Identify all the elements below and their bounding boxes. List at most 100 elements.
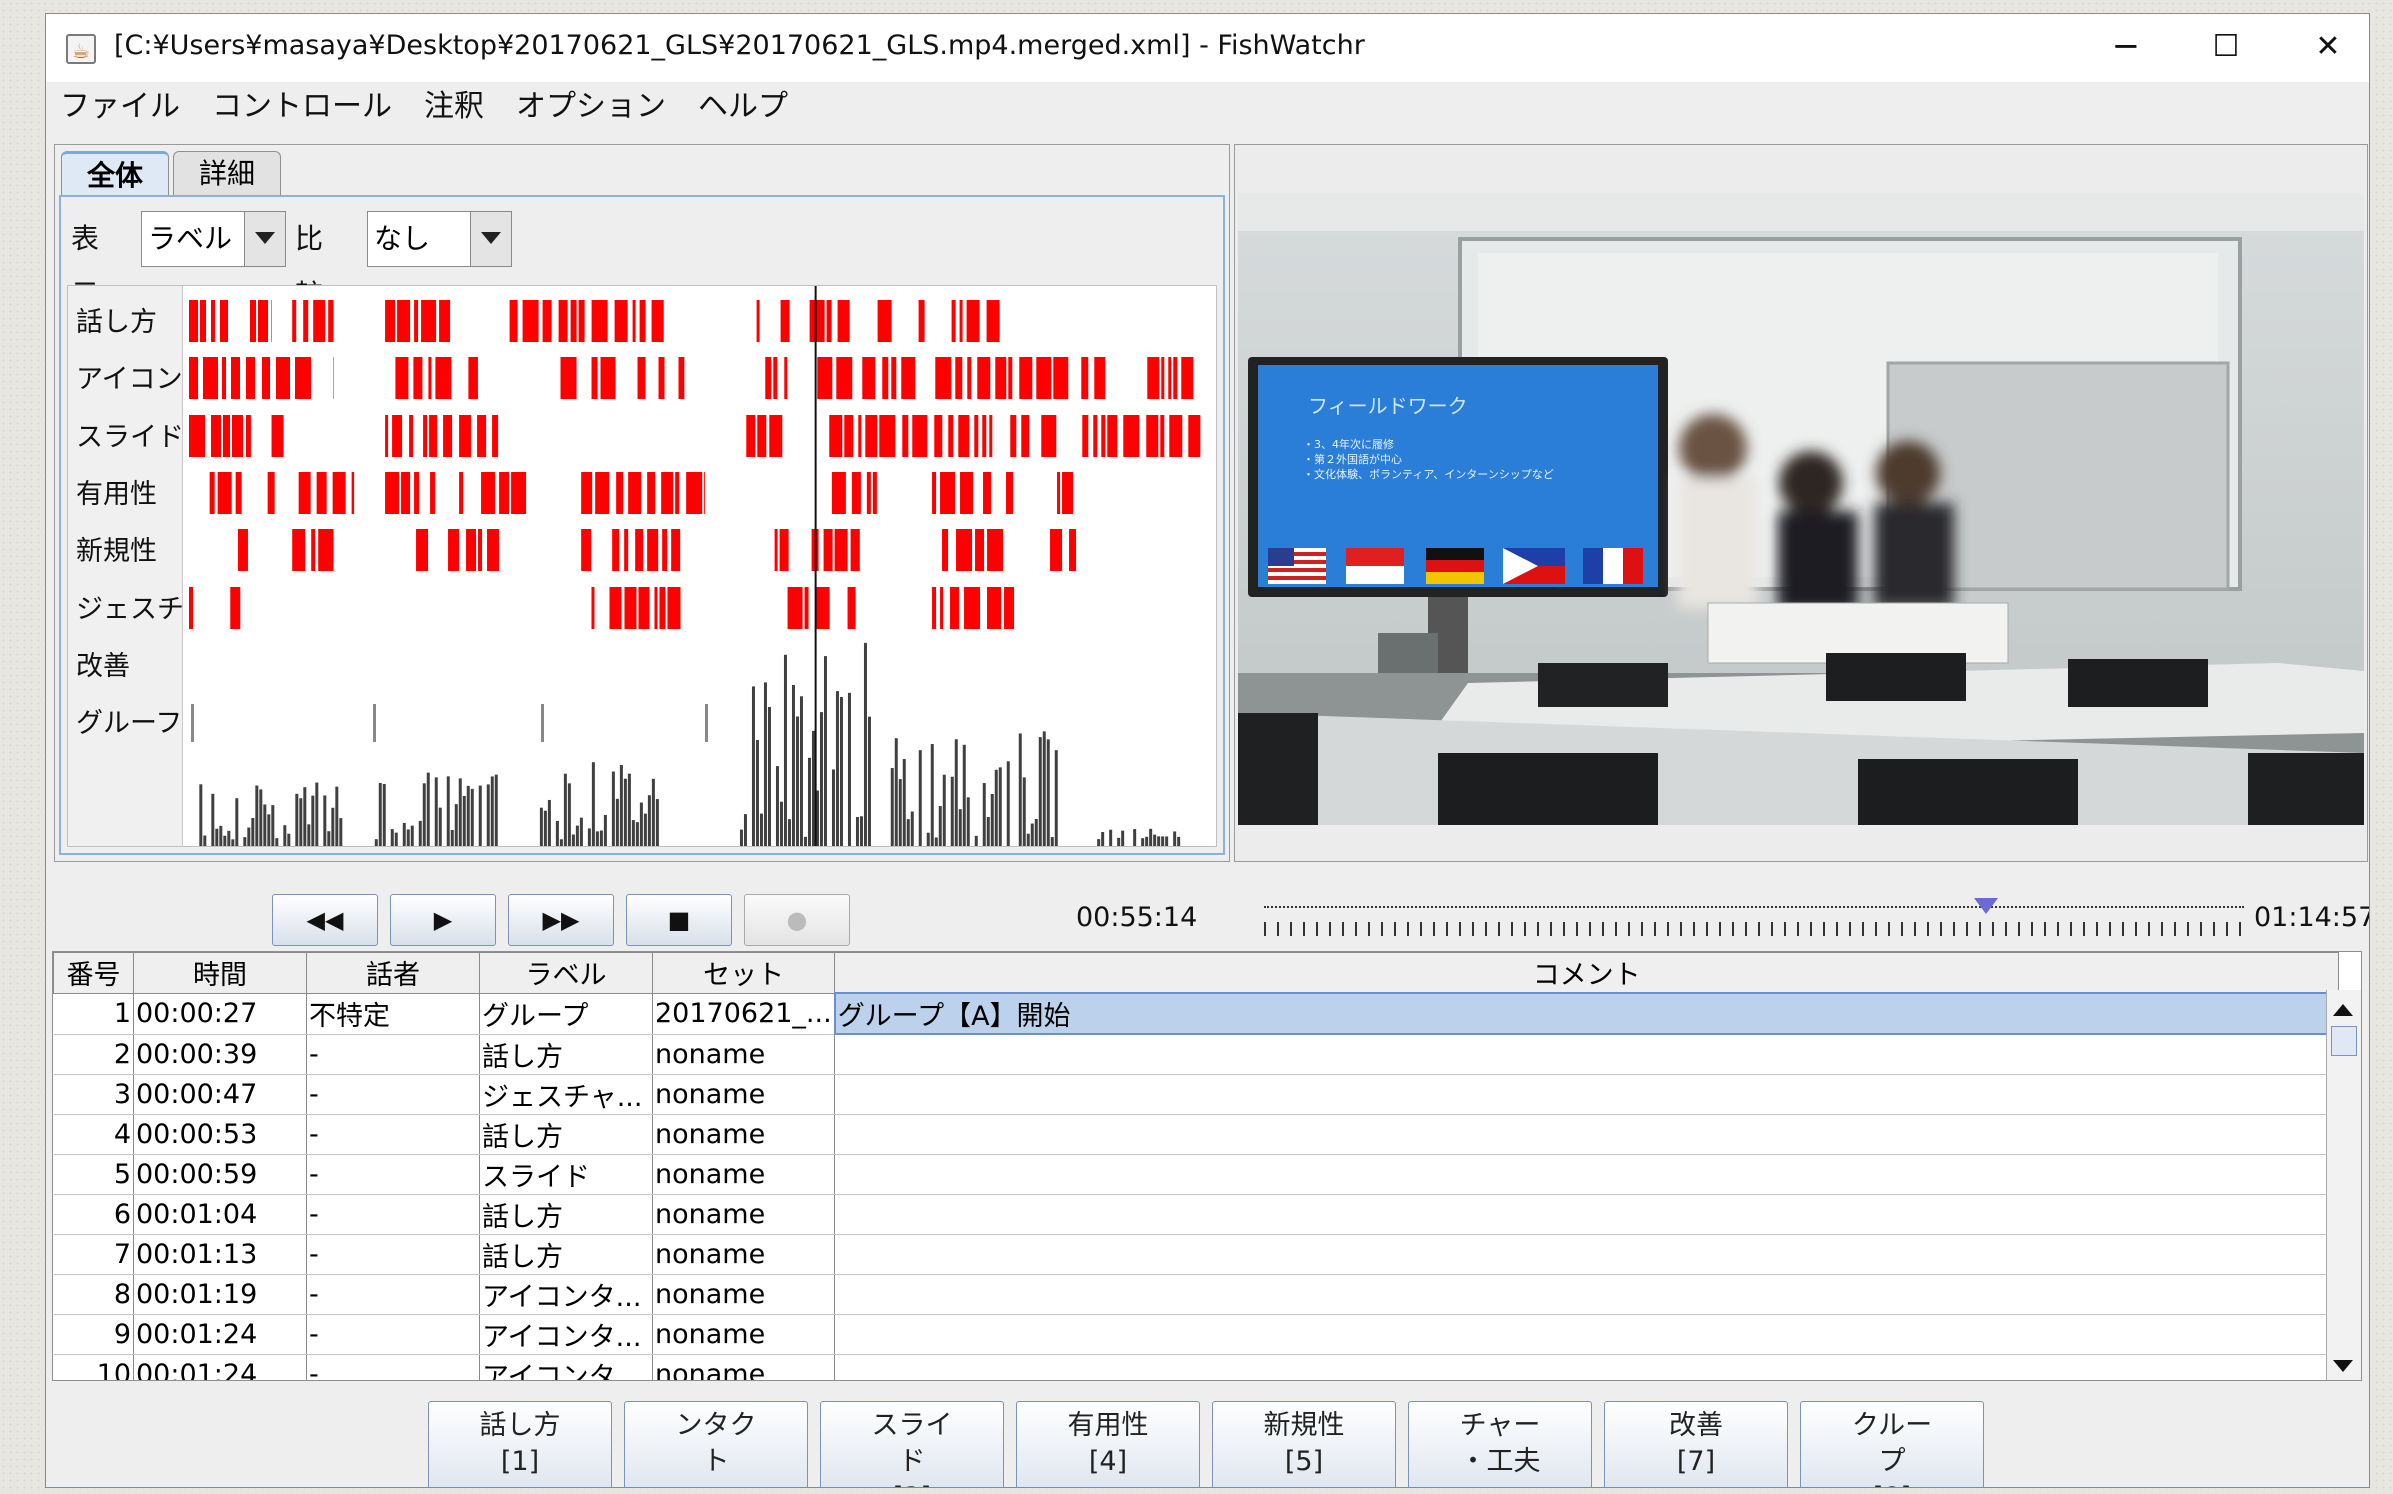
cell-comment[interactable] xyxy=(834,1114,2340,1155)
timeline-bar[interactable] xyxy=(955,357,963,399)
cell-speaker[interactable]: - xyxy=(306,1194,480,1235)
cell-label[interactable]: 話し方 xyxy=(479,1114,653,1155)
label-button-usefulness[interactable]: 有用性 [4] xyxy=(1016,1401,1200,1487)
timeline-bar[interactable] xyxy=(877,300,892,342)
timeline-bar[interactable] xyxy=(328,300,334,342)
timeline-bar[interactable] xyxy=(231,357,240,399)
table-row[interactable]: 4 00:00:53- 話し方 noname xyxy=(53,1114,2340,1155)
timeline-bar[interactable] xyxy=(872,472,877,514)
cell-number[interactable]: 7 xyxy=(53,1234,134,1275)
cell-time[interactable]: 00:01:19 xyxy=(133,1274,307,1315)
table-row[interactable]: 5 00:00:59- スライド noname xyxy=(53,1154,2340,1195)
timeline-bar[interactable] xyxy=(1168,357,1172,399)
timeline-bar[interactable] xyxy=(847,587,856,629)
timeline-bar[interactable] xyxy=(912,415,928,457)
cell-label[interactable]: 話し方 xyxy=(479,1034,653,1075)
timeline-bar[interactable] xyxy=(220,300,228,342)
cell-speaker[interactable]: - xyxy=(306,1074,480,1115)
timeline-bar[interactable] xyxy=(298,472,311,514)
timeline-bar[interactable] xyxy=(940,472,956,514)
timeline-bar[interactable] xyxy=(1107,415,1118,457)
timeline-bar[interactable] xyxy=(591,357,598,399)
timeline-bar[interactable] xyxy=(1101,415,1106,457)
timeline-bar[interactable] xyxy=(934,415,943,457)
timeline-bar[interactable] xyxy=(487,529,500,571)
timeline-bar[interactable] xyxy=(271,415,284,457)
timeline-bar[interactable] xyxy=(211,300,215,342)
timeline-bar[interactable] xyxy=(246,357,255,399)
group-marker[interactable] xyxy=(373,704,376,742)
timeline-bar[interactable] xyxy=(189,415,205,457)
cell-comment[interactable] xyxy=(834,1354,2340,1380)
stop-button[interactable]: ■ xyxy=(626,894,732,946)
cell-time[interactable]: 00:01:04 xyxy=(133,1194,307,1235)
chevron-down-icon[interactable] xyxy=(244,212,285,266)
timeline-bar[interactable] xyxy=(313,300,326,342)
timeline-bar[interactable] xyxy=(654,587,658,629)
timeline-bar[interactable] xyxy=(189,300,198,342)
timeline-bar[interactable] xyxy=(1050,529,1063,571)
timeline-bar[interactable] xyxy=(836,357,853,399)
timeline-bar[interactable] xyxy=(989,415,993,457)
timeline-bar[interactable] xyxy=(209,472,215,514)
timeline-bar[interactable] xyxy=(303,300,309,342)
table-row[interactable]: 6 00:01:04- 話し方 noname xyxy=(53,1194,2340,1235)
timeline-bar[interactable] xyxy=(784,357,788,399)
group-marker[interactable] xyxy=(541,704,544,742)
timeline-bar[interactable] xyxy=(237,529,248,571)
timeline-bar[interactable] xyxy=(423,415,428,457)
timeline-bar[interactable] xyxy=(844,415,854,457)
timeline-bar[interactable] xyxy=(865,415,878,457)
cell-label[interactable]: アイコンタ... xyxy=(479,1354,653,1380)
label-button-group[interactable]: クループ [8] xyxy=(1800,1401,1984,1487)
timeline-bar[interactable] xyxy=(222,357,226,399)
cell-number[interactable]: 3 xyxy=(53,1074,134,1115)
timeline-bar[interactable] xyxy=(600,357,616,399)
seek-slider[interactable] xyxy=(1264,896,2244,936)
timeline-bar[interactable] xyxy=(522,300,539,342)
label-button-novelty[interactable]: 新規性 [5] xyxy=(1212,1401,1396,1487)
col-header-time[interactable]: 時間 xyxy=(133,952,307,994)
timeline-bar[interactable] xyxy=(826,300,832,342)
group-marker[interactable] xyxy=(191,704,194,742)
timeline-bar[interactable] xyxy=(250,300,256,342)
timeline-bar[interactable] xyxy=(635,529,644,571)
scroll-thumb[interactable] xyxy=(2331,1026,2357,1056)
label-button-slide[interactable]: スライド [3] xyxy=(820,1401,1004,1487)
timeline-bar[interactable] xyxy=(230,587,241,629)
timeline-bar[interactable] xyxy=(443,415,453,457)
timeline-bar[interactable] xyxy=(595,472,610,514)
timeline-bar[interactable] xyxy=(831,472,846,514)
timeline-bar[interactable] xyxy=(932,472,937,514)
timeline-bar[interactable] xyxy=(948,415,954,457)
timeline-bar[interactable] xyxy=(435,357,452,399)
cell-set[interactable]: noname xyxy=(652,1234,836,1275)
timeline-bar[interactable] xyxy=(292,529,306,571)
timeline-bar[interactable] xyxy=(1173,357,1178,399)
cell-speaker[interactable]: - xyxy=(306,1034,480,1075)
menu-file[interactable]: ファイル xyxy=(60,82,180,132)
timeline-bar[interactable] xyxy=(765,357,772,399)
scroll-up-icon[interactable] xyxy=(2333,1004,2353,1016)
table-row[interactable]: 7 00:01:13- 話し方 noname xyxy=(53,1234,2340,1275)
label-button-eye-contact[interactable]: ンタクト xyxy=(624,1401,808,1487)
timeline-bar[interactable] xyxy=(499,472,510,514)
timeline-bar[interactable] xyxy=(1147,357,1160,399)
timeline-bar[interactable] xyxy=(385,415,389,457)
timeline-bar[interactable] xyxy=(468,357,478,399)
cell-label[interactable]: 話し方 xyxy=(479,1234,653,1275)
maximize-icon[interactable]: ☐ xyxy=(2196,22,2256,72)
timeline-bar[interactable] xyxy=(332,472,346,514)
col-header-set[interactable]: セット xyxy=(651,952,836,994)
timeline-bar[interactable] xyxy=(430,472,436,514)
timeline-bar[interactable] xyxy=(966,300,980,342)
timeline-bar[interactable] xyxy=(940,587,944,629)
timeline-bar[interactable] xyxy=(756,300,760,342)
cell-number[interactable]: 8 xyxy=(53,1274,134,1315)
cell-speaker[interactable]: - xyxy=(306,1354,480,1380)
timeline-bar[interactable] xyxy=(492,415,499,457)
timeline-bar[interactable] xyxy=(882,357,889,399)
timeline-bar[interactable] xyxy=(189,357,198,399)
timeline-bar[interactable] xyxy=(1062,472,1074,514)
timeline-bar[interactable] xyxy=(1181,357,1194,399)
